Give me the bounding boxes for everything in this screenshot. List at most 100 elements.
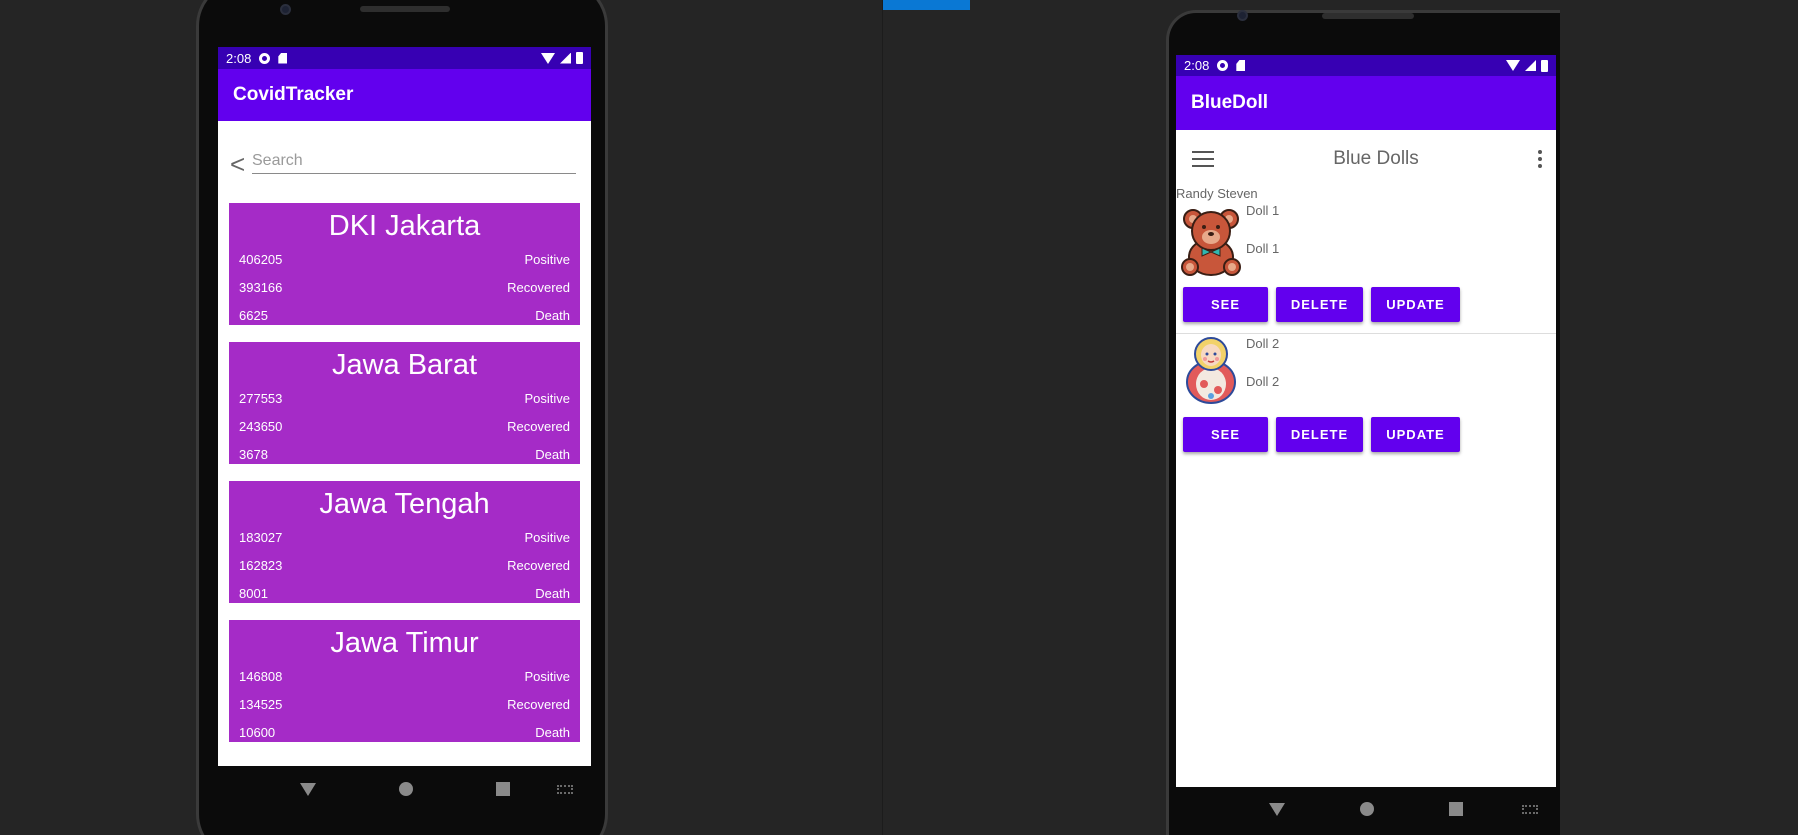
wifi-icon <box>541 52 555 64</box>
recovered-value: 134525 <box>239 696 283 712</box>
search-bar: < <box>218 121 591 203</box>
recovered-label: Recovered <box>507 557 570 573</box>
death-value: 10600 <box>239 724 276 740</box>
phone1-screen: 2:08 CovidTracker < DKI Jakarta 406205 P… <box>218 47 591 766</box>
recovered-row: 393166 Recovered <box>239 273 570 301</box>
province-card[interactable]: Jawa Barat 277553 Positive 243650 Recove… <box>229 342 580 464</box>
recovered-row: 243650 Recovered <box>239 412 570 440</box>
death-label: Death <box>535 724 570 740</box>
delete-button[interactable]: DELETE <box>1276 417 1363 452</box>
death-label: Death <box>535 446 570 462</box>
recovered-label: Recovered <box>507 696 570 712</box>
sd-card-icon <box>1236 60 1246 71</box>
doll-name: Doll 1 <box>1246 203 1280 218</box>
recovered-row: 134525 Recovered <box>239 690 570 718</box>
more-options-icon[interactable] <box>1537 149 1542 168</box>
province-list: DKI Jakarta 406205 Positive 393166 Recov… <box>218 203 591 742</box>
phone1-speaker <box>360 6 450 12</box>
recovered-value: 393166 <box>239 279 283 295</box>
positive-row: 406205 Positive <box>239 245 570 273</box>
death-label: Death <box>535 585 570 601</box>
phone2-app-bar: BlueDoll <box>1176 76 1556 130</box>
search-input[interactable] <box>252 150 576 174</box>
search-back-icon[interactable]: < <box>230 149 252 180</box>
doll-actions: SEE DELETE UPDATE <box>1183 287 1460 322</box>
keyboard-icon[interactable] <box>557 784 573 794</box>
positive-value: 406205 <box>239 251 283 267</box>
doll-actions: SEE DELETE UPDATE <box>1183 417 1460 452</box>
toolbar: Blue Dolls <box>1176 130 1556 187</box>
wifi-icon <box>1506 60 1520 71</box>
province-name: Jawa Tengah <box>319 488 490 520</box>
death-value: 6625 <box>239 307 268 323</box>
delete-button[interactable]: DELETE <box>1276 287 1363 322</box>
recovered-value: 243650 <box>239 418 283 434</box>
see-button[interactable]: SEE <box>1183 287 1268 322</box>
province-card[interactable]: DKI Jakarta 406205 Positive 393166 Recov… <box>229 203 580 325</box>
update-button[interactable]: UPDATE <box>1371 417 1460 452</box>
positive-label: Positive <box>524 529 570 545</box>
positive-row: 146808 Positive <box>239 662 570 690</box>
recovered-label: Recovered <box>507 418 570 434</box>
teddy-bear-icon <box>1181 209 1241 276</box>
settings-icon <box>1217 60 1229 71</box>
death-row: 6625 Death <box>239 301 570 329</box>
app-title: BlueDoll <box>1191 92 1269 113</box>
positive-label: Positive <box>524 390 570 406</box>
nav-recents-icon[interactable] <box>495 782 510 796</box>
phone1-camera-icon <box>280 4 291 15</box>
app-title: CovidTracker <box>233 84 354 105</box>
phone1-status-bar: 2:08 <box>218 47 591 69</box>
nav-home-icon[interactable] <box>398 782 413 796</box>
phone2-speaker <box>1322 13 1414 19</box>
doll-list-item: Doll 2 Doll 2 SEE DELETE UPDATE <box>1176 334 1556 454</box>
positive-value: 277553 <box>239 390 283 406</box>
menu-icon[interactable] <box>1192 150 1214 167</box>
phone1-app-bar: CovidTracker <box>218 69 591 121</box>
province-name: Jawa Barat <box>331 349 478 381</box>
see-button[interactable]: SEE <box>1183 417 1268 452</box>
death-label: Death <box>535 307 570 323</box>
death-row: 3678 Death <box>239 440 570 468</box>
nav-home-icon[interactable] <box>1359 802 1374 816</box>
death-row: 10600 Death <box>239 718 570 746</box>
sd-card-icon <box>278 52 288 64</box>
recovered-value: 162823 <box>239 557 283 573</box>
recovered-label: Recovered <box>507 279 570 295</box>
positive-label: Positive <box>524 251 570 267</box>
positive-row: 183027 Positive <box>239 523 570 551</box>
owner-name: Randy Steven <box>1176 186 1258 201</box>
status-time: 2:08 <box>226 50 252 66</box>
death-row: 8001 Death <box>239 579 570 607</box>
province-name: DKI Jakarta <box>328 210 481 242</box>
nav-back-icon[interactable] <box>1268 802 1285 816</box>
toolbar-title: Blue Dolls <box>1333 147 1419 169</box>
phone2-screen: 2:08 BlueDoll Blue Dolls Randy Steven Do… <box>1176 55 1556 787</box>
province-card[interactable]: Jawa Timur 146808 Positive 134525 Recove… <box>229 620 580 742</box>
battery-icon <box>1541 59 1548 72</box>
phone2-camera-icon <box>1237 10 1248 21</box>
nav-back-icon[interactable] <box>299 782 316 796</box>
phone1-nav-bar <box>218 766 591 812</box>
doll-description: Doll 2 <box>1246 374 1280 389</box>
phone2-status-bar: 2:08 <box>1176 55 1556 76</box>
province-card[interactable]: Jawa Tengah 183027 Positive 162823 Recov… <box>229 481 580 603</box>
doll-list-item: Doll 1 Doll 1 SEE DELETE UPDATE <box>1176 201 1556 334</box>
doll-description: Doll 1 <box>1246 241 1280 256</box>
recovered-row: 162823 Recovered <box>239 551 570 579</box>
province-name: Jawa Timur <box>330 627 479 659</box>
cell-signal-icon <box>560 52 571 64</box>
positive-label: Positive <box>524 668 570 684</box>
status-time: 2:08 <box>1184 58 1210 73</box>
cell-signal-icon <box>1525 60 1536 71</box>
update-button[interactable]: UPDATE <box>1371 287 1460 322</box>
blue-strip <box>883 0 970 10</box>
death-value: 8001 <box>239 585 268 601</box>
keyboard-icon[interactable] <box>1522 804 1538 814</box>
phone2-nav-bar <box>1176 787 1556 831</box>
positive-value: 146808 <box>239 668 283 684</box>
battery-icon <box>576 52 583 64</box>
death-value: 3678 <box>239 446 268 462</box>
nav-recents-icon[interactable] <box>1449 802 1464 816</box>
positive-row: 277553 Positive <box>239 384 570 412</box>
